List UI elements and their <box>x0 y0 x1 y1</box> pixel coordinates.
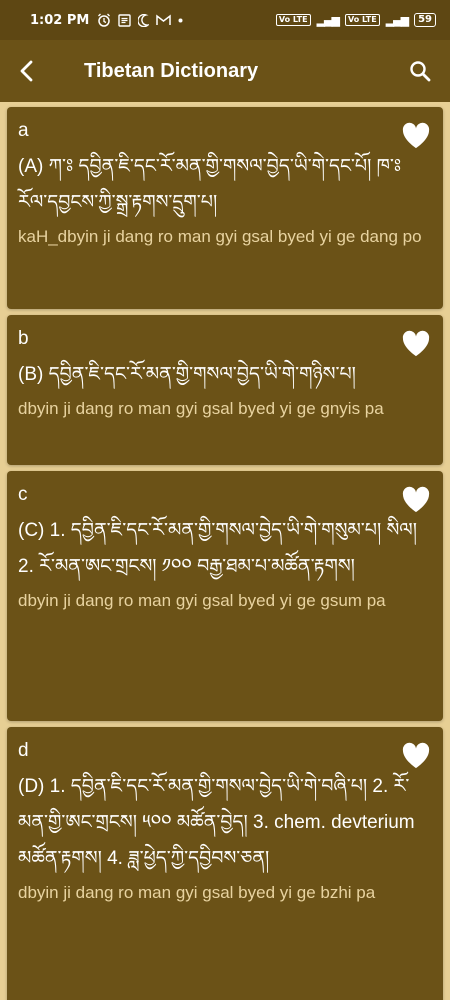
entry-transliteration: dbyin ji dang ro man gyi gsal byed yi ge… <box>18 399 384 418</box>
alarm-icon <box>98 13 111 27</box>
heart-icon[interactable] <box>401 741 431 769</box>
entry-word: c <box>18 484 28 505</box>
battery-icon: 59 <box>414 13 436 27</box>
entry-meaning: (A) ཀ་ཿ དབྱིན་ཇི་དང་རོ་མན་གྱི་གསལ་བྱེད་ཡ… <box>18 156 402 213</box>
entry-meaning: (D) 1. དབྱིན་ཇི་དང་རོ་མན་གྱི་གསལ་བྱེད་ཡི… <box>18 776 415 869</box>
arrow-back-icon[interactable] <box>2 40 52 102</box>
entry-transliteration: kaH_dbyin ji dang ro man gyi gsal byed y… <box>18 227 422 246</box>
entry-word: b <box>18 328 29 349</box>
entry-meaning: (B) དབྱིན་ཇི་དང་རོ་མན་གྱི་གསལ་བྱེད་ཡི་གེ… <box>18 364 356 385</box>
entry-transliteration: dbyin ji dang ro man gyi gsal byed yi ge… <box>18 883 376 902</box>
status-right: Vo LTE ▂▄▆ Vo LTE ▂▄▆ 59 <box>275 13 436 27</box>
volte-badge: Vo LTE <box>275 14 311 26</box>
dot-icon <box>178 18 183 22</box>
entry-word: a <box>18 120 29 141</box>
entry-transliteration: dbyin ji dang ro man gyi gsal byed yi ge… <box>18 591 386 610</box>
dictionary-list[interactable]: a (A) ཀ་ཿ དབྱིན་ཇི་དང་རོ་མན་གྱི་གསལ་བྱེད… <box>0 102 450 1000</box>
list-item[interactable]: a (A) ཀ་ཿ དབྱིན་ཇི་དང་རོ་མན་གྱི་གསལ་བྱེད… <box>7 107 443 309</box>
list-item[interactable]: c (C) 1. དབྱིན་ཇི་དང་རོ་མན་གྱི་གསལ་བྱེད་… <box>7 471 443 721</box>
heart-icon[interactable] <box>401 485 431 513</box>
entry-meaning: (C) 1. དབྱིན་ཇི་དང་རོ་མན་གྱི་གསལ་བྱེད་ཡི… <box>18 520 417 577</box>
page-title: Tibetan Dictionary <box>84 59 259 82</box>
status-bar: 1:02 PM Vo LTE ▂▄▆ Vo LTE ▂▄▆ 59 <box>0 0 450 40</box>
status-time: 1:02 PM <box>30 12 90 28</box>
status-icons <box>97 13 183 27</box>
app-bar: Tibetan Dictionary <box>0 40 450 102</box>
search-icon[interactable] <box>400 51 440 91</box>
moon-icon <box>138 13 150 27</box>
heart-icon[interactable] <box>401 121 431 149</box>
list-item[interactable]: d (D) 1. དབྱིན་ཇི་དང་རོ་མན་གྱི་གསལ་བྱེད་… <box>7 727 443 1000</box>
heart-icon[interactable] <box>401 329 431 357</box>
list-item[interactable]: b (B) དབྱིན་ཇི་དང་རོ་མན་གྱི་གསལ་བྱེད་ཡི་… <box>7 315 443 465</box>
signal-icon: ▂▄▆ <box>316 13 340 27</box>
gmail-icon <box>156 14 172 25</box>
entry-word: d <box>18 740 29 761</box>
signal-icon-2: ▂▄▆ <box>385 13 409 27</box>
volte-badge-2: Vo LTE <box>344 14 380 26</box>
notes-icon <box>118 13 132 27</box>
